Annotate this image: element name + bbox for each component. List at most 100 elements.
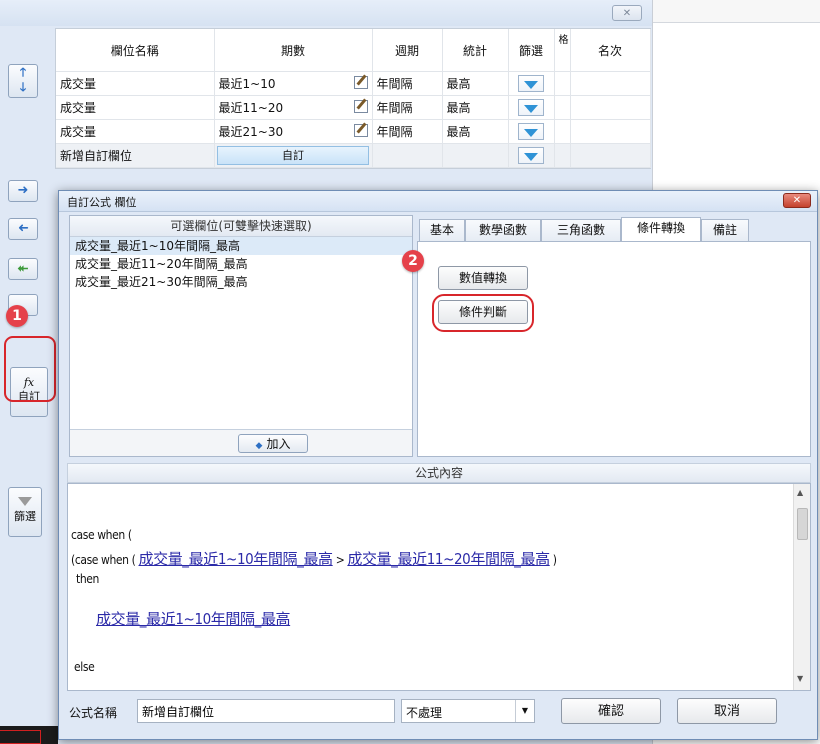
available-fields-footer: ◆ 加入: [70, 429, 412, 456]
move-all-left-button[interactable]: ⯬: [8, 258, 38, 280]
scroll-up-icon[interactable]: ▲: [797, 488, 803, 497]
move-row-button[interactable]: 🡑 🡓: [8, 64, 38, 98]
cell-filter[interactable]: [508, 143, 555, 168]
double-arrow-left-icon: ⯬: [17, 261, 29, 276]
cell-cycle: 年間隔: [372, 71, 443, 96]
available-fields-header: 可選欄位(可雙擊快速選取): [70, 216, 412, 237]
cell-stat: 最高: [442, 95, 509, 120]
formula-line-1: case when (: [71, 528, 132, 542]
grid-header-row: 欄位名稱 期數 週期 統計 篩選 格 名次: [56, 29, 651, 72]
custom-cell-button[interactable]: 自訂: [217, 146, 369, 165]
list-item[interactable]: 成交量_最近11~20年間隔_最高: [70, 255, 412, 273]
arrow-up-icon: 🡑: [19, 65, 27, 79]
move-right-button[interactable]: ➜: [8, 180, 38, 202]
function-panel: 數值轉換 條件判斷 2: [402, 241, 811, 457]
col-grid: 格: [554, 29, 571, 72]
edit-icon[interactable]: [353, 100, 368, 113]
filter-button[interactable]: 篩選: [8, 487, 42, 537]
new-custom-row[interactable]: 新增自訂欄位 自訂: [56, 143, 651, 168]
formula-field-link[interactable]: 成交量_最近1~10年間隔_最高: [96, 610, 291, 628]
filter-icon[interactable]: [524, 81, 538, 89]
arrow-right-icon: ➜: [17, 183, 29, 198]
formula-content-header: 公式內容: [67, 463, 811, 483]
filter-icon[interactable]: [524, 129, 538, 137]
value-convert-button[interactable]: 數值轉換: [438, 266, 528, 290]
formula-line-4: 成交量_最近1~10年間隔_最高: [96, 608, 291, 629]
filter-icon[interactable]: [524, 105, 538, 113]
cell-period[interactable]: 最近1~10: [214, 71, 373, 96]
highlight-custom-button: [4, 336, 56, 402]
table-row[interactable]: 成交量 最近11~20 年間隔 最高: [56, 95, 651, 120]
col-period: 期數: [214, 29, 373, 72]
edit-icon[interactable]: [353, 124, 368, 137]
cell-cycle: 年間隔: [372, 119, 443, 144]
tab-math[interactable]: 數學函數: [465, 219, 541, 241]
null-handling-select[interactable]: 不處理 ▼: [401, 699, 535, 723]
cell-period[interactable]: 自訂: [214, 143, 373, 168]
taskbar-fragment: [0, 726, 58, 744]
tab-condition[interactable]: 條件轉換: [621, 217, 701, 241]
formula-editor[interactable]: case when ( (case when ( 成交量_最近1~10年間隔_最…: [67, 483, 811, 691]
cell-name: 新增自訂欄位: [56, 143, 215, 168]
arrow-down-icon: 🡓: [19, 80, 27, 94]
col-rank: 名次: [570, 29, 651, 72]
window-close-button[interactable]: ✕: [612, 5, 642, 21]
custom-formula-dialog: 自訂公式 欄位 ✕ 可選欄位(可雙擊快速選取) 成交量_最近1~10年間隔_最高…: [58, 190, 818, 740]
add-field-button[interactable]: ◆ 加入: [238, 434, 308, 453]
cell-filter[interactable]: [508, 95, 555, 120]
arrow-left-icon: ➜: [17, 221, 29, 236]
formula-line-3: then: [76, 572, 99, 586]
cell-filter[interactable]: [508, 119, 555, 144]
formula-name-label: 公式名稱: [69, 706, 118, 720]
dialog-titlebar: 自訂公式 欄位 ✕: [59, 191, 817, 212]
edit-icon[interactable]: [353, 76, 368, 89]
formula-line-2: (case when ( 成交量_最近1~10年間隔_最高 > 成交量_最近11…: [71, 550, 557, 568]
scroll-thumb[interactable]: [797, 508, 808, 540]
dialog-footer: 公式名稱 不處理 ▼ 確認 取消: [67, 697, 811, 727]
cell-name: 成交量: [56, 95, 215, 120]
cell-period[interactable]: 最近21~30: [214, 119, 373, 144]
dialog-close-button[interactable]: ✕: [783, 193, 811, 208]
formula-field-link[interactable]: 成交量_最近1~10年間隔_最高: [139, 550, 334, 568]
cell-name: 成交量: [56, 119, 215, 144]
confirm-button[interactable]: 確認: [561, 698, 661, 724]
cell-filter[interactable]: [508, 71, 555, 96]
window-titlebar: ✕: [0, 0, 652, 26]
tab-notes[interactable]: 備註: [701, 219, 749, 241]
highlight-condition-button: [432, 294, 534, 332]
table-row[interactable]: 成交量 最近1~10 年間隔 最高: [56, 71, 651, 96]
select-value: 不處理: [406, 706, 443, 720]
col-stat: 統計: [442, 29, 509, 72]
col-field-name: 欄位名稱: [56, 29, 215, 72]
move-left-button[interactable]: ➜: [8, 218, 38, 240]
diamond-icon: ◆: [255, 441, 263, 451]
list-item[interactable]: 成交量_最近21~30年間隔_最高: [70, 273, 412, 291]
screen: ✕ 🡑 🡓 ➜ ➜ ⯬ fx 自訂 篩選 1 欄位名稱 期數 週期 統計 篩選 …: [0, 0, 820, 744]
filter-button-label: 篩選: [14, 510, 36, 523]
tab-basic[interactable]: 基本: [419, 219, 465, 241]
table-row[interactable]: 成交量 最近21~30 年間隔 最高: [56, 119, 651, 144]
dialog-title: 自訂公式 欄位: [67, 196, 137, 209]
step-badge-1: 1: [6, 305, 28, 327]
chevron-down-icon[interactable]: ▼: [515, 700, 534, 722]
filter-icon: [18, 497, 32, 506]
cell-stat: 最高: [442, 119, 509, 144]
cell-period[interactable]: 最近11~20: [214, 95, 373, 120]
field-grid: 欄位名稱 期數 週期 統計 篩選 格 名次 成交量 最近1~10 年間隔 最高: [55, 28, 651, 169]
tab-trig[interactable]: 三角函數: [541, 219, 621, 241]
cell-cycle: 年間隔: [372, 95, 443, 120]
col-cycle: 週期: [372, 29, 443, 72]
filter-icon[interactable]: [524, 153, 538, 161]
available-fields-panel: 可選欄位(可雙擊快速選取) 成交量_最近1~10年間隔_最高 成交量_最近11~…: [69, 215, 413, 457]
cancel-button[interactable]: 取消: [677, 698, 777, 724]
cell-name: 成交量: [56, 71, 215, 96]
formula-scrollbar[interactable]: ▲ ▼: [793, 484, 810, 690]
formula-field-link[interactable]: 成交量_最近11~20年間隔_最高: [347, 550, 550, 568]
scroll-down-icon[interactable]: ▼: [797, 674, 803, 683]
list-item[interactable]: 成交量_最近1~10年間隔_最高: [70, 237, 412, 255]
formula-line-5: else: [74, 660, 95, 674]
step-badge-2: 2: [402, 250, 424, 272]
formula-name-input[interactable]: [137, 699, 395, 723]
col-filter: 篩選: [508, 29, 555, 72]
cell-stat: 最高: [442, 71, 509, 96]
